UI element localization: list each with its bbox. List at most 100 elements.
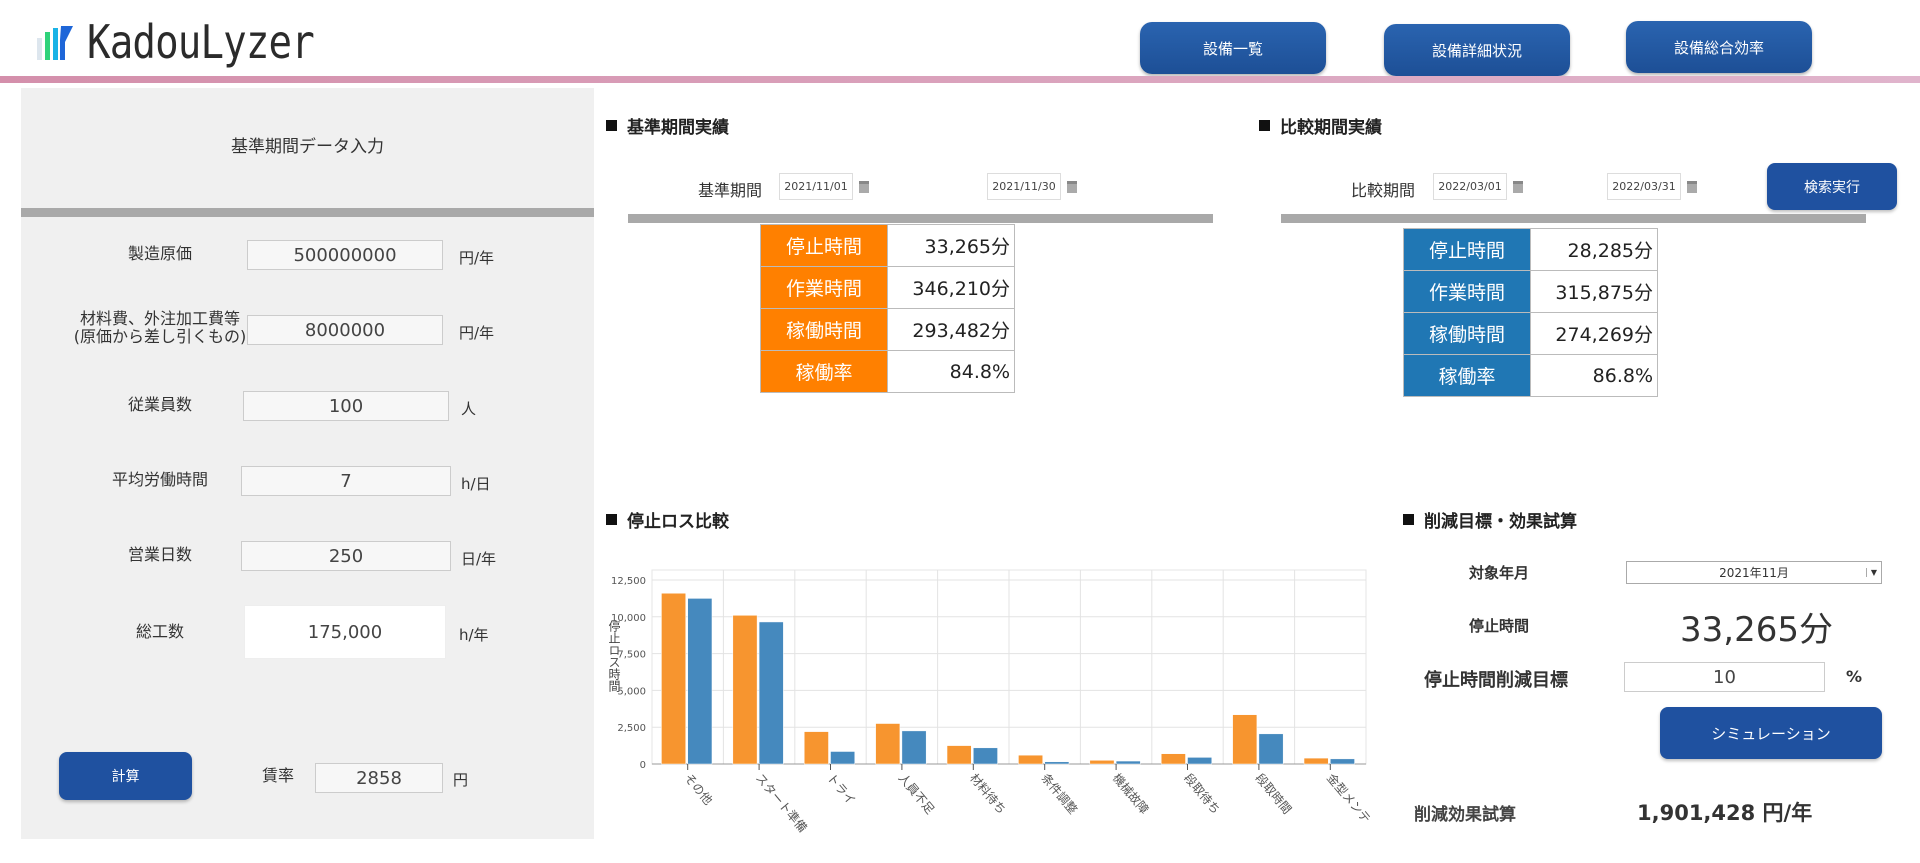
nav-equipment-list[interactable]: 設備一覧: [1140, 22, 1326, 74]
header-divider: [0, 76, 1920, 83]
square-bullet-icon: [606, 120, 617, 131]
bar-compare: [1115, 760, 1141, 765]
base-section-title: 基準期間実績: [627, 118, 729, 138]
bar-base: [803, 731, 829, 765]
chart-section-header: 停止ロス比較: [606, 507, 729, 532]
stop-time-label: 停止時間: [1469, 617, 1530, 635]
rate-label: 賃率: [262, 766, 295, 785]
unit-label: h/年: [459, 626, 489, 644]
y-tick-label: 0: [640, 760, 646, 771]
x-tick-label: 段取時間: [1253, 770, 1295, 816]
x-tick-label: スタート準備: [753, 770, 811, 835]
row-label: 稼働率: [760, 350, 888, 393]
month-select[interactable]: 2021年11月 ▼: [1626, 561, 1882, 584]
x-tick-label: 人員不足: [896, 771, 938, 817]
business-days-input[interactable]: 250: [241, 541, 451, 571]
y-tick-label: 7,500: [617, 650, 646, 661]
table-row: 稼働時間 274,269分: [1403, 312, 1658, 355]
search-button[interactable]: 検索実行: [1767, 163, 1897, 210]
nav-equipment-detail[interactable]: 設備詳細状況: [1384, 24, 1570, 76]
month-label: 対象年月: [1469, 564, 1530, 582]
nav-oee[interactable]: 設備総合効率: [1626, 21, 1812, 73]
x-tick-label: 段取待ち: [1181, 770, 1223, 816]
table-row: 稼働時間 293,482分: [760, 308, 1015, 351]
compare-from-date[interactable]: 2022/03/01: [1433, 173, 1507, 200]
effect-value: 1,901,428 円/年: [1637, 801, 1813, 825]
unit-label: h/日: [461, 475, 491, 493]
reduction-target-label: 停止時間削減目標: [1424, 670, 1568, 691]
compare-results-table: 停止時間 28,285分 作業時間 315,875分 稼働時間 274,269分 稼働…: [1403, 228, 1658, 397]
table-row: 停止時間 33,265分: [760, 224, 1015, 267]
table-row: 作業時間 346,210分: [760, 266, 1015, 309]
x-tick-label: トライ: [824, 771, 858, 808]
stop-loss-chart: 02,5005,0007,50010,00012,500その他 スタート準備 トライ…: [607, 569, 1374, 835]
employees-input[interactable]: 100: [243, 391, 449, 421]
logo-icon: [37, 26, 73, 60]
x-tick-label: 金型メンテ: [1324, 770, 1374, 826]
bar-base: [1018, 754, 1043, 765]
bar-compare: [1330, 758, 1355, 765]
logo-text: KadouLyzer: [87, 15, 315, 69]
base-from-date[interactable]: 2021/11/01: [779, 173, 853, 200]
unit-label: 日/年: [461, 550, 497, 568]
bar-base: [1089, 760, 1115, 765]
base-section-header: 基準期間実績: [606, 113, 729, 138]
row-label: 稼働時間: [1403, 312, 1531, 355]
bar-compare: [1044, 761, 1070, 765]
bar-base: [1160, 753, 1186, 765]
x-tick-label: 機械故障: [1110, 770, 1152, 816]
row-value: 293,482分: [887, 308, 1015, 351]
row-label: 停止時間: [1403, 228, 1531, 271]
calendar-icon[interactable]: [1687, 181, 1697, 193]
chart-section-title: 停止ロス比較: [627, 512, 729, 532]
calendar-icon[interactable]: [1513, 181, 1523, 193]
row-value: 28,285分: [1530, 228, 1658, 271]
y-tick-label: 5,000: [617, 686, 646, 697]
bar-base: [946, 745, 972, 765]
base-period-label: 基準期間: [698, 181, 763, 200]
row-value: 86.8%: [1530, 354, 1658, 397]
simulation-button[interactable]: シミュレーション: [1660, 707, 1882, 759]
input-panel-title: 基準期間データ入力: [231, 137, 384, 157]
input-panel: [21, 88, 594, 839]
calendar-icon[interactable]: [1067, 181, 1077, 193]
unit-label: 円: [453, 771, 469, 789]
row-value: 346,210分: [887, 266, 1015, 309]
row-value: 274,269分: [1530, 312, 1658, 355]
bar-compare: [830, 751, 856, 765]
x-tick-label: その他: [681, 771, 715, 808]
bar-base: [661, 592, 686, 765]
compare-section-header: 比較期間実績: [1259, 113, 1382, 138]
table-row: 稼働率 84.8%: [760, 350, 1015, 393]
y-tick-label: 2,500: [617, 723, 646, 734]
bar-compare: [1258, 733, 1284, 765]
base-results-table: 停止時間 33,265分 作業時間 346,210分 稼働時間 293,482分 稼働…: [760, 224, 1015, 393]
effect-label: 削減効果試算: [1414, 805, 1516, 825]
calculate-button[interactable]: 計算: [59, 752, 192, 800]
row-label: 稼働時間: [760, 308, 888, 351]
table-row: 停止時間 28,285分: [1403, 228, 1658, 271]
divider: [1281, 214, 1866, 223]
unit-label: 円/年: [459, 249, 495, 267]
bar-base: [875, 723, 901, 765]
app-logo: KadouLyzer: [35, 14, 354, 70]
row-value: 33,265分: [887, 224, 1015, 267]
simulation-section-title: 削減目標・効果試算: [1424, 512, 1577, 532]
bar-base: [732, 615, 758, 765]
divider: [628, 214, 1213, 223]
compare-to-date[interactable]: 2022/03/31: [1607, 173, 1681, 200]
square-bullet-icon: [1259, 120, 1270, 131]
compare-section-title: 比較期間実績: [1280, 118, 1382, 138]
bar-compare: [1187, 757, 1213, 765]
avg-hours-input[interactable]: 7: [241, 466, 451, 496]
unit-label: 円/年: [459, 324, 495, 342]
manufacturing-cost-input[interactable]: 500000000: [247, 240, 443, 270]
row-label: 作業時間: [760, 266, 888, 309]
divider: [21, 208, 594, 217]
base-to-date[interactable]: 2021/11/30: [987, 173, 1061, 200]
calendar-icon[interactable]: [859, 181, 869, 193]
reduction-target-input[interactable]: 10: [1624, 662, 1825, 692]
chevron-down-icon[interactable]: ▼: [1865, 568, 1877, 577]
material-cost-input[interactable]: 8000000: [247, 315, 443, 345]
bar-base: [1303, 757, 1329, 765]
